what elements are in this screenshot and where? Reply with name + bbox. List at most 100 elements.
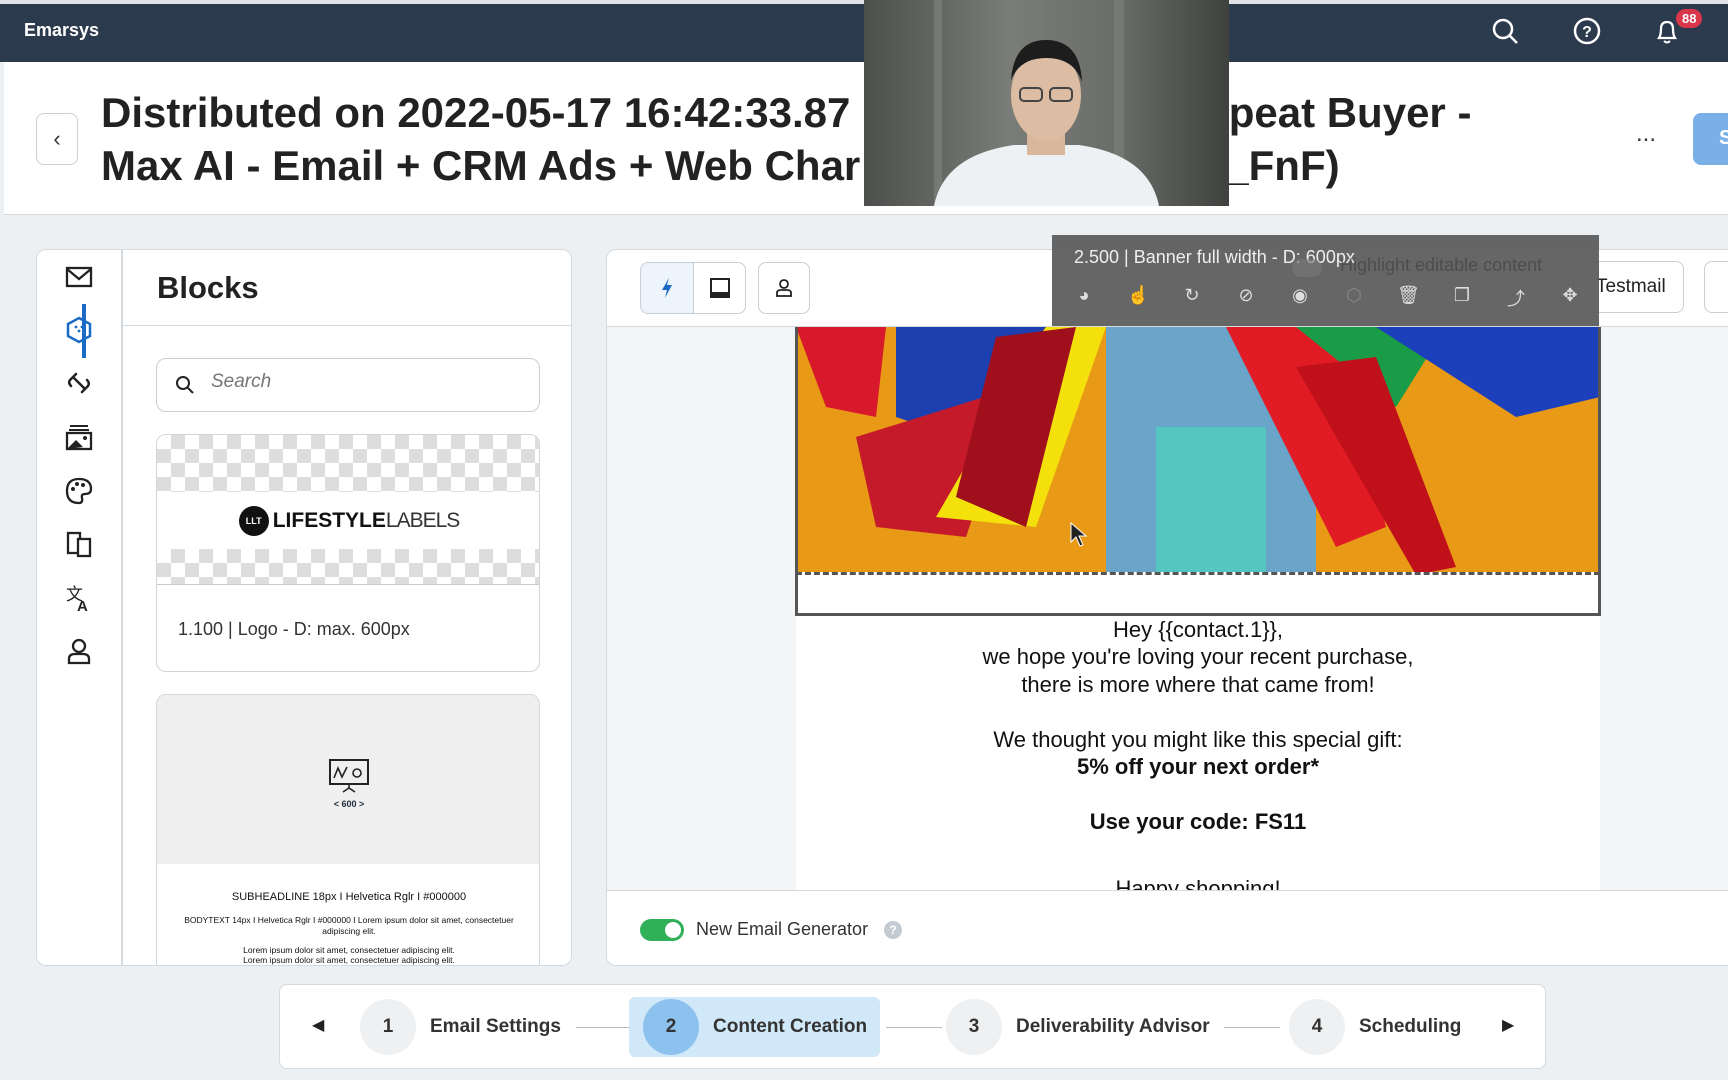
help-icon[interactable]: ? — [884, 921, 902, 939]
tablet-icon — [709, 278, 730, 298]
lorem-line: Lorem ipsum dolor sit amet, consectetuer… — [243, 955, 455, 965]
width-label: < 600 > — [333, 799, 365, 809]
step-deliverability-advisor[interactable]: 3 Deliverability Advisor — [946, 997, 1210, 1057]
presentation-board-icon — [329, 759, 369, 793]
quick-edit-button[interactable] — [640, 262, 694, 314]
step-label: Deliverability Advisor — [1016, 1016, 1210, 1037]
block-card-logo[interactable]: LLT LIFESTYLE LABELS 1.100 | Logo - D: ma… — [156, 434, 540, 672]
mouse-cursor-icon — [1070, 522, 1088, 547]
translate-icon[interactable]: 文A — [64, 583, 94, 613]
transparency-pattern — [157, 435, 539, 492]
lightning-icon — [662, 278, 672, 298]
palette-icon[interactable]: ◕ — [1073, 285, 1095, 307]
email-text-line[interactable]: We thought you might like this special g… — [796, 726, 1600, 754]
search-icon — [176, 376, 194, 394]
wizard-stepper: ◀ 1 Email Settings 2 Content Creation 3 Del… — [279, 984, 1546, 1069]
email-text-line[interactable]: we hope you're loving your recent purcha… — [796, 643, 1600, 671]
radio-icon[interactable]: ◉ — [1289, 285, 1311, 307]
link-icon[interactable] — [64, 368, 94, 398]
image-gallery-icon[interactable] — [64, 422, 94, 452]
step-scheduling[interactable]: 4 Scheduling — [1289, 997, 1461, 1057]
person-icon — [776, 279, 792, 297]
blocks-search[interactable] — [156, 358, 540, 412]
toggle-label: New Email Generator — [696, 919, 869, 939]
svg-text:A: A — [77, 598, 88, 613]
back-button[interactable]: ‹ — [36, 113, 78, 165]
title-line-2: Max AI - Email + CRM Ads + Web Char — [101, 142, 861, 189]
email-signoff[interactable]: Happy shopping! — [796, 875, 1600, 890]
block-card-banner-text[interactable]: < 600 > SUBHEADLINE 18px I Helvetica Rgl… — [156, 694, 540, 965]
devices-icon[interactable] — [64, 529, 94, 559]
editor-footer: New Email Generator ? — [607, 890, 1728, 965]
contact-preview-button[interactable] — [758, 262, 810, 314]
email-editor-panel: Hey {{contact.1}}, we hope you're loving… — [606, 249, 1728, 966]
brand-logo[interactable]: Emarsys — [24, 20, 99, 41]
move-up-icon[interactable]: ⤴ — [1505, 285, 1527, 309]
person-icon[interactable] — [64, 636, 94, 666]
blocks-panel: Blocks LLT LIFESTYLELABELS 1.100 | Logo … — [121, 249, 572, 966]
mail-icon[interactable] — [64, 262, 94, 292]
transparency-pattern — [157, 549, 539, 585]
step-content-creation[interactable]: 2 Content Creation — [629, 997, 880, 1057]
email-code[interactable]: Use your code: FS11 — [796, 808, 1600, 836]
email-greeting[interactable]: Hey {{contact.1}}, — [796, 616, 1600, 644]
blocks-title: Blocks — [157, 270, 259, 305]
step-connector — [886, 1027, 942, 1028]
block-card-label: 1.100 | Logo - D: max. 600px — [178, 619, 410, 639]
email-text-line[interactable]: there is more where that came from! — [796, 671, 1600, 699]
step-connector — [576, 1027, 630, 1028]
step-number: 2 — [643, 999, 699, 1055]
block-toolbar-overlay: 2.500 | Banner full width - D: 600px Hig… — [1052, 235, 1599, 326]
subheadline-sample: SUBHEADLINE 18px I Helvetica Rglr I #000… — [231, 891, 467, 903]
no-format-icon[interactable]: ⊘ — [1235, 285, 1257, 307]
step-label: Scheduling — [1359, 1016, 1462, 1037]
highlight-editable-label: Highlight editable content — [1340, 255, 1543, 275]
svg-text:?: ? — [1582, 24, 1592, 41]
search-icon[interactable] — [1490, 16, 1520, 46]
divider — [123, 325, 571, 326]
search-input[interactable] — [211, 371, 511, 393]
bodytext-sample: BODYTEXT 14px I Helvetica Rglr I #000000… — [184, 915, 514, 936]
blocks-icon[interactable] — [64, 315, 94, 345]
step-email-settings[interactable]: 1 Email Settings — [360, 997, 561, 1057]
email-offer[interactable]: 5% off your next order* — [796, 753, 1600, 781]
page-title: Distributed on 2022-05-17 16:42:33.87 epe… — [101, 86, 1501, 192]
help-icon[interactable]: ? — [1572, 16, 1602, 46]
presenter-video-image — [934, 0, 1159, 206]
more-options-button[interactable]: ... — [1636, 120, 1656, 148]
stepper-prev-arrow[interactable]: ◀ — [312, 1015, 324, 1035]
new-email-generator-toggle[interactable] — [640, 919, 684, 941]
logo-text-light: LABELS — [385, 508, 460, 532]
selected-block-frame — [795, 327, 1601, 616]
email-preview: Hey {{contact.1}}, we hope you're loving… — [795, 327, 1601, 890]
delete-icon[interactable]: 🗑 — [1397, 285, 1420, 307]
toolbar-extra-button[interactable] — [1704, 261, 1728, 313]
touch-icon[interactable]: ☝ — [1127, 285, 1149, 307]
drag-icon[interactable]: ✥ — [1559, 285, 1581, 307]
step-label: Content Creation — [713, 1016, 868, 1037]
preview-device-button[interactable] — [693, 262, 746, 314]
lorem-line: Lorem ipsum dolor sit amet, consectetuer… — [243, 945, 455, 955]
step-number: 3 — [946, 999, 1002, 1055]
step-number: 4 — [1289, 999, 1345, 1055]
step-connector — [1224, 1027, 1280, 1028]
stepper-next-arrow[interactable]: ▶ — [1502, 1015, 1514, 1035]
webcam-overlay — [864, 0, 1229, 206]
title-line-1: Distributed on 2022-05-17 16:42:33.87 — [101, 89, 851, 136]
logo-badge: LLT — [238, 505, 269, 536]
step-label: Email Settings — [430, 1016, 561, 1037]
notification-badge: 88 — [1676, 9, 1703, 28]
palette-icon[interactable] — [64, 476, 94, 506]
title-line-2-end: _FnF) — [1225, 142, 1340, 189]
highlight-toggle[interactable] — [1292, 259, 1322, 277]
lifestyle-labels-logo: LLT LIFESTYLE LABELS — [157, 492, 539, 549]
reset-icon[interactable]: ↻ — [1181, 285, 1203, 307]
title-line-1-end: epeat Buyer - — [1205, 89, 1472, 136]
primary-action-button[interactable]: S — [1693, 113, 1728, 165]
cube-icon[interactable]: ⬡ — [1343, 285, 1365, 307]
copy-icon[interactable]: ❐ — [1451, 285, 1473, 307]
logo-text-bold: LIFESTYLE — [272, 508, 386, 532]
image-placeholder: < 600 > — [157, 695, 539, 864]
email-canvas: Hey {{contact.1}}, we hope you're loving… — [607, 327, 1728, 890]
step-number: 1 — [360, 999, 416, 1055]
